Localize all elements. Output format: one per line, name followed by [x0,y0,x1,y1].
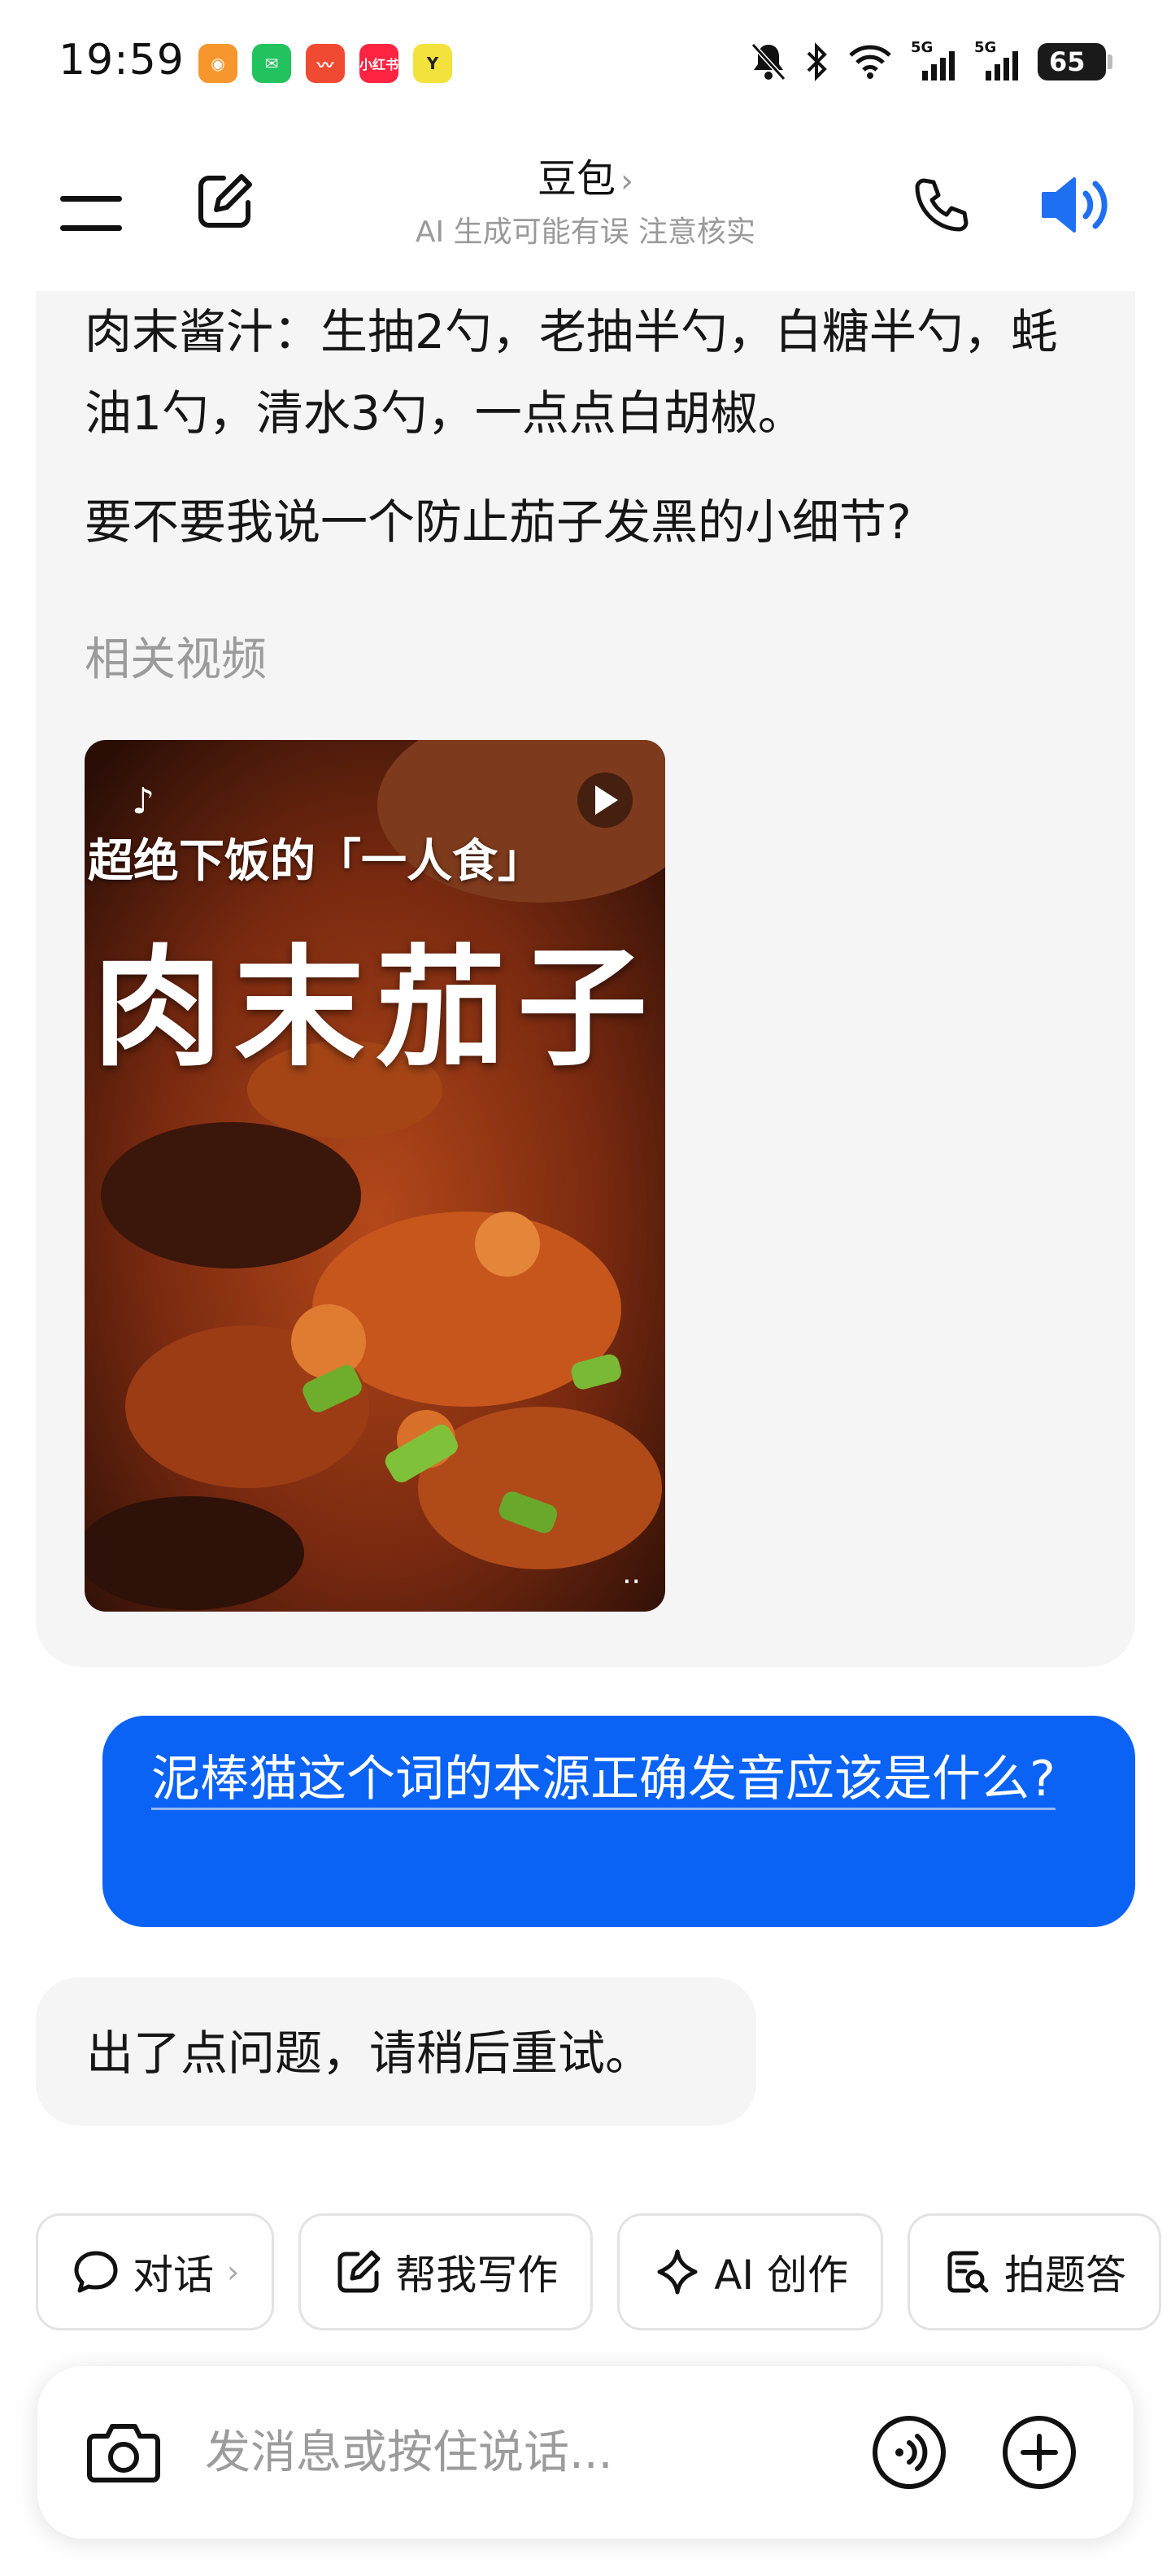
system-status-icons: 5G 5G 65 [750,39,1112,85]
error-message-text: 出了点问题，请稍后重试。 [86,2026,653,2081]
plus-circle-icon [1003,2416,1076,2489]
bot-name-button[interactable]: 豆包 › [0,146,1171,203]
quick-actions-row: 对话 › 帮我写作 AI 创作 拍题答 [36,2213,1162,2330]
call-button[interactable] [903,166,981,244]
trend-app-icon: 〰 [306,44,345,83]
bluetooth-icon [805,39,829,85]
voice-wave-icon [873,2416,946,2489]
chevron-right-icon: › [620,163,633,200]
app-icon-orange: ◉ [198,44,237,83]
xiaohongshu-icon: 小红书 [359,44,398,83]
battery-indicator: 65 [1038,43,1112,80]
chat-screen: 19:59 ◉ ✉ 〰 小红书 Y 5G 5G 65 豆包 › AI 生成可能有… [0,0,1171,2576]
camera-icon [87,2424,160,2482]
signal-icon-2: 5G [974,39,1020,85]
bot-message-bubble: 肉末酱汁：生抽2勺，老抽半勺，白糖半勺，蚝油1勺，清水3勺，一点点白胡椒。 要不… [36,291,1135,1667]
add-attachment-button[interactable] [994,2407,1085,2498]
battery-level: 65 [1049,46,1086,77]
signal-label-2: 5G [974,39,997,56]
video-title-small: 超绝下饭的「一人食」 [88,835,543,888]
app-icon-yellow: Y [413,44,452,83]
mute-bell-icon [750,39,787,85]
related-videos-label: 相关视频 [85,633,267,686]
speaker-icon [1042,177,1108,233]
speaker-button[interactable] [1033,166,1122,244]
bot-name: 豆包 [537,156,616,202]
related-video-card[interactable]: ♪ 超绝下饭的「一人食」 肉末茄子 ·· [85,740,665,1612]
ai-create-label: AI 创作 [714,2252,849,2299]
chat-mode-chip[interactable]: 对话 › [36,2213,275,2330]
user-message-text: 泥棒猫这个词的本源正确发音应该是什么? [151,1751,1056,1810]
voice-input-button[interactable] [864,2407,955,2498]
status-time: 19:59 [59,36,185,85]
writing-chip[interactable]: 帮我写作 [298,2213,594,2330]
write-icon [337,2250,381,2293]
photo-question-icon [947,2251,989,2293]
video-more-indicator: ·· [622,1565,641,1599]
signal-icon-1: 5G [911,39,956,85]
ai-create-chip[interactable]: AI 创作 [617,2213,884,2330]
camera-button[interactable] [83,2412,164,2493]
bot-message-text: 肉末酱汁：生抽2勺，老抽半勺，白糖半勺，蚝油1勺，清水3勺，一点点白胡椒。 [85,304,1058,441]
sparkle-icon [657,2249,698,2295]
ai-disclaimer: AI 生成可能有误 注意核实 [415,215,756,249]
chat-mode-label: 对话 [133,2252,214,2299]
chat-bubble-icon [74,2251,118,2293]
user-message-wrap: 泥棒猫这个词的本源正确发音应该是什么? [151,1743,1078,1815]
photo-question-label: 拍题答 [1004,2252,1127,2299]
writing-label: 帮我写作 [395,2252,559,2299]
phone-icon [915,178,969,232]
message-input[interactable] [205,2415,839,2490]
status-bar: 19:59 ◉ ✉ 〰 小红书 Y 5G 5G 65 [0,0,1171,130]
signal-label-1: 5G [911,39,934,56]
photo-question-chip[interactable]: 拍题答 [908,2213,1162,2330]
error-message-bubble: 出了点问题，请稍后重试。 [36,1978,756,2126]
wifi-icon [847,39,893,85]
video-title-big: 肉末茄子 [93,932,660,1084]
bot-followup-question: 要不要我说一个防止茄子发黑的小细节? [85,494,912,550]
message-input-bar [37,2366,1134,2539]
tiktok-icon: ♪ [132,781,155,822]
wechat-icon: ✉ [252,44,291,83]
user-message-bubble[interactable]: 泥棒猫这个词的本源正确发音应该是什么? [102,1716,1135,1927]
notification-app-icons: ◉ ✉ 〰 小红书 Y [198,44,452,83]
chat-header: 豆包 › AI 生成可能有误 注意核实 [0,130,1171,293]
chevron-right-icon: › [227,2254,240,2290]
